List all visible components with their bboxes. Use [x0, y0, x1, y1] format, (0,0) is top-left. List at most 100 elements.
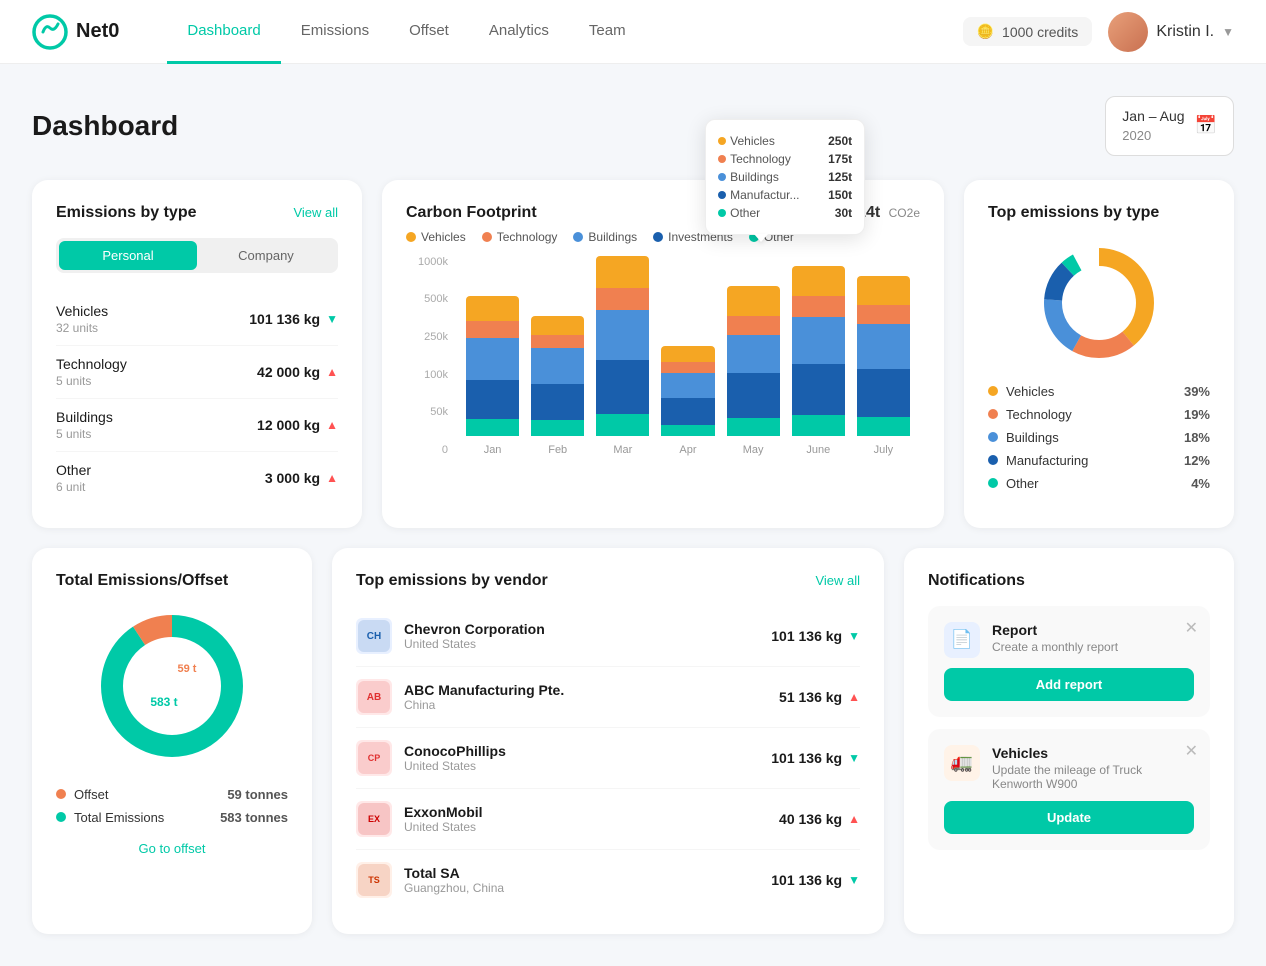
type-legend-buildings: Buildings 18% [988, 430, 1210, 445]
offset-donut-chart: 59 t 583 t [92, 606, 252, 766]
vendor-logo-conoco: CP [356, 740, 392, 776]
navbar: Net0 Dashboard Emissions Offset Analytic… [0, 0, 1266, 64]
notif-title: Notifications [928, 572, 1025, 590]
svg-text:EX: EX [368, 814, 380, 824]
type-legend-vehicles: Vehicles 39% [988, 384, 1210, 399]
update-vehicle-button[interactable]: Update [944, 801, 1194, 834]
emissions-view-all[interactable]: View all [293, 205, 338, 220]
nav-emissions[interactable]: Emissions [281, 0, 389, 64]
vendor-trend-down-icon: ▼ [848, 629, 860, 643]
svg-text:583 t: 583 t [150, 695, 177, 709]
vendor-logo-exxon: EX [356, 801, 392, 837]
nav-team[interactable]: Team [569, 0, 646, 64]
top-emissions-by-type-card: Top emissions by type [964, 180, 1234, 528]
offset-header: Total Emissions/Offset [56, 572, 288, 590]
vendor-title: Top emissions by vendor [356, 572, 548, 590]
notif-close-vehicle[interactable]: ✕ [1185, 741, 1198, 761]
top-vendors-card: Top emissions by vendor View all CH Chev… [332, 548, 884, 934]
vendor-abc[interactable]: AB ABC Manufacturing Pte. China 51 136 k… [356, 667, 860, 728]
carbon-title: Carbon Footprint [406, 204, 537, 222]
add-report-button[interactable]: Add report [944, 668, 1194, 701]
top-grid: Emissions by type View all Personal Comp… [32, 180, 1234, 528]
type-legend-manufacturing: Manufacturing 12% [988, 453, 1210, 468]
svg-text:AB: AB [367, 692, 381, 703]
notif-report: ✕ 📄 Report Create a monthly report Add r… [928, 606, 1210, 717]
notif-vehicle: ✕ 🚛 Vehicles Update the mileage of Truck… [928, 729, 1210, 850]
user-menu[interactable]: Kristin I. ▼ [1108, 12, 1234, 52]
legend-vehicles: Vehicles [406, 230, 466, 244]
svg-text:CP: CP [368, 753, 381, 763]
vendor-header: Top emissions by vendor View all [356, 572, 860, 590]
notif-close-report[interactable]: ✕ [1185, 618, 1198, 638]
vendor-trend-up-icon: ▲ [848, 690, 860, 704]
bar-jan[interactable]: Jan [466, 296, 519, 456]
offset-inner: 59 t 583 t [92, 606, 252, 771]
emission-vehicles: Vehicles 32 units 101 136 kg ▼ [56, 293, 338, 346]
svg-text:TS: TS [368, 875, 380, 885]
vendor-exxon[interactable]: EX ExxonMobil United States 40 136 kg ▲ [356, 789, 860, 850]
credits-icon: 🪙 [977, 23, 994, 40]
bar-feb[interactable]: Feb [531, 316, 584, 456]
type-legend-other: Other 4% [988, 476, 1210, 491]
credits-badge: 🪙 1000 credits [963, 17, 1093, 46]
logo[interactable]: Net0 [32, 14, 119, 50]
bar-apr[interactable]: Apr [661, 346, 714, 456]
bar-june[interactable]: June [792, 266, 845, 456]
vendor-totalsa[interactable]: TS Total SA Guangzhou, China 101 136 kg … [356, 850, 860, 910]
emission-other: Other 6 unit 3 000 kg ▲ [56, 452, 338, 504]
donut-chart [1034, 238, 1164, 368]
type-legend: Vehicles 39% Technology 19% Buildings 18… [988, 384, 1210, 491]
svg-text:CH: CH [367, 631, 381, 642]
type-legend-technology: Technology 19% [988, 407, 1210, 422]
emissions-by-type-card: Emissions by type View all Personal Comp… [32, 180, 362, 528]
nav-offset[interactable]: Offset [389, 0, 469, 64]
username: Kristin I. [1156, 23, 1214, 41]
toggle-personal[interactable]: Personal [59, 241, 197, 270]
bottom-grid: Total Emissions/Offset 59 t [32, 548, 1234, 934]
top-type-title: Top emissions by type [988, 204, 1159, 222]
y-axis: 1000k 500k 250k 100k 50k 0 [406, 256, 456, 476]
svg-text:59 t: 59 t [178, 663, 197, 675]
vendor-logo-totalsa: TS [356, 862, 392, 898]
trend-down-icon: ▼ [326, 312, 338, 326]
bar-mar[interactable]: Mar [596, 256, 649, 456]
legend-technology: Technology [482, 230, 558, 244]
toggle-company[interactable]: Company [197, 241, 335, 270]
vendor-trend-up-icon: ▲ [848, 812, 860, 826]
avatar [1108, 12, 1148, 52]
vendor-conoco[interactable]: CP ConocoPhillips United States 101 136 … [356, 728, 860, 789]
vehicle-icon: 🚛 [944, 745, 980, 781]
bar-july[interactable]: July [857, 276, 910, 456]
offset-title: Total Emissions/Offset [56, 572, 228, 590]
nav-links: Dashboard Emissions Offset Analytics Tea… [167, 0, 962, 64]
report-icon: 📄 [944, 622, 980, 658]
notifications-card: Notifications ✕ 📄 Report Create a monthl… [904, 548, 1234, 934]
page-header: Dashboard Jan – Aug 2020 📅 [32, 96, 1234, 156]
offset-legend-offset: Offset 59 tonnes [56, 783, 288, 806]
main-content: Dashboard Jan – Aug 2020 📅 Emissions by … [0, 64, 1266, 966]
vendor-trend-down-icon: ▼ [848, 873, 860, 887]
toggle-group: Personal Company [56, 238, 338, 273]
top-type-header: Top emissions by type [988, 204, 1210, 222]
legend-buildings: Buildings [573, 230, 637, 244]
bar-may[interactable]: May Vehicles250t Technology175t Building… [727, 286, 780, 456]
offset-donut-container: 59 t 583 t [56, 606, 288, 771]
chevron-down-icon: ▼ [1222, 25, 1234, 39]
nav-analytics[interactable]: Analytics [469, 0, 569, 64]
vendor-list: CH Chevron Corporation United States 101… [356, 606, 860, 910]
goto-offset-link[interactable]: Go to offset [56, 841, 288, 856]
vendor-view-all[interactable]: View all [815, 573, 860, 588]
chart-bars: Jan Feb [456, 256, 920, 476]
nav-dashboard[interactable]: Dashboard [167, 0, 280, 64]
vendor-logo-chevron: CH [356, 618, 392, 654]
trend-up-icon: ▲ [326, 471, 338, 485]
offset-legend-total: Total Emissions 583 tonnes [56, 806, 288, 829]
date-picker[interactable]: Jan – Aug 2020 📅 [1105, 96, 1234, 156]
vendor-chevron[interactable]: CH Chevron Corporation United States 101… [356, 606, 860, 667]
notif-header: Notifications [928, 572, 1210, 590]
emission-buildings: Buildings 5 units 12 000 kg ▲ [56, 399, 338, 452]
trend-up-icon: ▲ [326, 418, 338, 432]
donut-chart-container [988, 238, 1210, 368]
total-emissions-card: Total Emissions/Offset 59 t [32, 548, 312, 934]
emission-technology: Technology 5 units 42 000 kg ▲ [56, 346, 338, 399]
